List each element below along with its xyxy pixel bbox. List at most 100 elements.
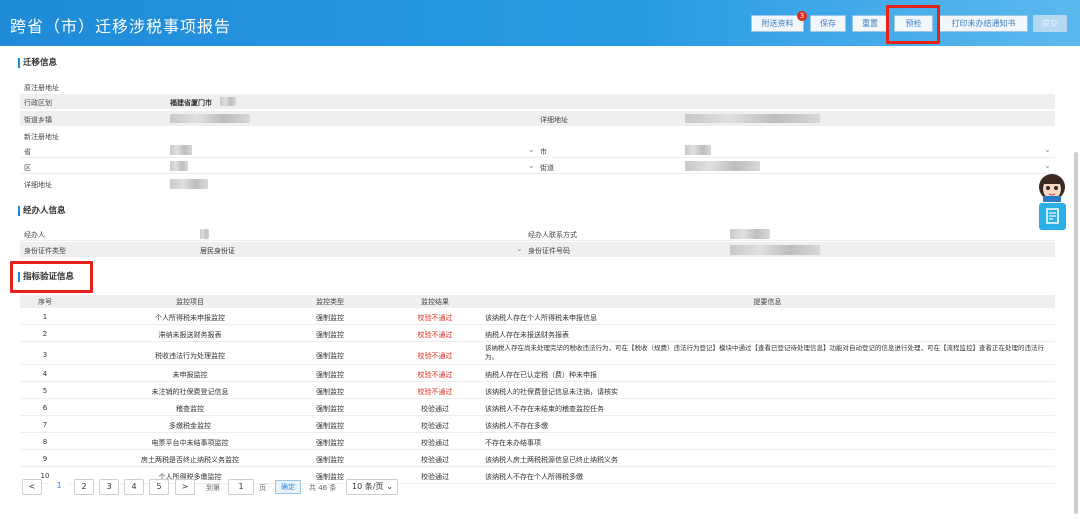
original-address-label: 原注册地址 <box>24 84 59 92</box>
chevron-down-icon[interactable]: ⌄ <box>528 161 535 170</box>
agent-redacted[interactable] <box>200 229 209 239</box>
agent-section-title: 经办人信息 <box>18 206 66 216</box>
pager-page-2[interactable]: 2 <box>74 479 94 495</box>
cell-type: 强制监控 <box>316 331 344 339</box>
col-item: 监控项目 <box>176 298 204 306</box>
cell-type: 强制监控 <box>316 352 344 360</box>
cell-type: 强制监控 <box>316 456 344 464</box>
reset-button[interactable]: 重置 <box>852 15 888 32</box>
col-no: 序号 <box>38 298 52 306</box>
cell-no: 8 <box>42 438 48 446</box>
table-row: 9 房土两税是否终止纳税义务监控 强制监控 校验通过 该纳税人房土两税税源信息已终止纳税… <box>20 451 1055 467</box>
cell-info: 该纳税人的社保费登记信息未注销，请核实 <box>485 388 618 396</box>
pager-next[interactable]: > <box>175 479 195 495</box>
agent-label: 经办人 <box>24 231 45 239</box>
contact-redacted[interactable] <box>730 229 770 239</box>
cell-item: 稽查监控 <box>176 405 204 413</box>
contact-label: 经办人联系方式 <box>528 231 577 239</box>
cell-result: 校验不通过 <box>417 388 453 396</box>
cell-item: 未注销的社保费登记信息 <box>151 388 229 396</box>
cell-type: 强制监控 <box>316 314 344 322</box>
cell-item: 未申报监控 <box>172 371 208 379</box>
pager-page-4[interactable]: 4 <box>124 479 144 495</box>
table-row: 4 未申报监控 强制监控 校验不通过 纳税人存在已认定税（费）种未申报 <box>20 366 1055 382</box>
table-row: 1 个人所得税未申报监控 强制监控 校验不通过 该纳税人存在个人所得税未申报信息 <box>20 309 1055 325</box>
page-size-select[interactable]: 10 条/页 ⌄ <box>346 479 398 495</box>
cell-info: 该纳税人不存在个人所得税多缴 <box>485 473 583 481</box>
cell-type: 强制监控 <box>316 422 344 430</box>
chevron-down-icon[interactable]: ⌄ <box>528 145 535 154</box>
admin-region-label: 行政区划 <box>24 99 52 107</box>
vertical-scrollbar[interactable] <box>1074 152 1078 514</box>
id-row: 身份证件类型 居民身份证 ⌄ 身份证件号码 <box>20 242 1055 257</box>
cell-info: 纳税人存在未报送财务报表 <box>485 331 569 339</box>
table-row: 2 滞纳未报送财务报表 强制监控 校验不通过 纳税人存在未报送财务报表 <box>20 326 1055 342</box>
admin-region-value: 福建省厦门市 <box>170 99 212 107</box>
chevron-down-icon[interactable]: ⌄ <box>1044 145 1051 154</box>
save-button[interactable]: 保存 <box>810 15 846 32</box>
col-info: 提要信息 <box>753 298 782 306</box>
table-row: 5 未注销的社保费登记信息 强制监控 校验不通过 该纳税人的社保费登记信息未注销，请核实 <box>20 383 1055 399</box>
print-notice-button[interactable]: 打印未办结通知书 <box>939 15 1028 32</box>
province-city-row: 省 ⌄ 市 ⌄ <box>20 143 1055 158</box>
id-number-label: 身份证件号码 <box>528 247 570 255</box>
cell-no: 9 <box>42 455 48 463</box>
pager-page-1[interactable]: 1 <box>49 479 69 495</box>
new-address-label: 新注册地址 <box>24 133 59 141</box>
pager-prev[interactable]: < <box>22 479 42 495</box>
cell-result: 校验通过 <box>421 405 449 413</box>
cell-type: 强制监控 <box>316 388 344 396</box>
document-icon[interactable] <box>1039 203 1066 230</box>
cell-result: 校验不通过 <box>417 314 453 322</box>
detail-address-label: 详细地址 <box>540 116 568 124</box>
id-type-select[interactable]: 居民身份证 <box>200 246 235 256</box>
table-row: 6 稽查监控 强制监控 校验通过 该纳税人不存在未结束的稽查监控任务 <box>20 400 1055 416</box>
cell-info: 该纳税人不存在多缴 <box>485 422 548 430</box>
attachments-button[interactable]: 附送资料 3 <box>751 11 807 32</box>
indicator-highlight <box>10 261 93 293</box>
assistant-avatar-icon[interactable] <box>1035 170 1069 202</box>
cell-info: 不存在未办结事项 <box>485 439 541 447</box>
pager-confirm-button[interactable]: 确定 <box>275 480 301 494</box>
district-label: 区 <box>24 164 31 172</box>
cell-type: 强制监控 <box>316 371 344 379</box>
cell-no: 5 <box>42 387 48 395</box>
street2-select[interactable] <box>685 161 760 171</box>
agent-row: 经办人 经办人联系方式 <box>20 227 1055 241</box>
col-result: 监控结果 <box>421 298 449 306</box>
detail-address2-input[interactable] <box>170 179 208 189</box>
page-title: 跨省（市）迁移涉税事项报告 <box>10 17 232 36</box>
table-row: 3 税收违法行为处理监控 强制监控 校验不通过 该纳税人存在尚未处理完毕的税收违法行为，… <box>20 343 1055 365</box>
detail-address-redacted <box>685 114 820 123</box>
cell-result: 校验通过 <box>421 456 449 464</box>
cell-info: 纳税人存在已认定税（费）种未申报 <box>485 371 597 379</box>
pager-page-5[interactable]: 5 <box>149 479 169 495</box>
chevron-down-icon[interactable]: ⌄ <box>516 244 523 253</box>
pager-page-3[interactable]: 3 <box>99 479 119 495</box>
chevron-down-icon[interactable]: ⌄ <box>1044 161 1051 170</box>
detail-address2-row: 详细地址 <box>20 176 1055 191</box>
city-label: 市 <box>540 148 547 156</box>
cell-no: 3 <box>42 351 48 359</box>
district-street-row: 区 ⌄ 街道 ⌄ <box>20 159 1055 174</box>
pager-goto-input[interactable]: 1 <box>228 479 254 495</box>
cell-result: 校验通过 <box>421 439 449 447</box>
cell-result: 校验不通过 <box>417 352 453 360</box>
cell-result: 校验通过 <box>421 422 449 430</box>
chevron-down-icon: ⌄ <box>386 482 393 491</box>
submit-button[interactable]: 提交 <box>1033 15 1067 32</box>
detail-address2-label: 详细地址 <box>24 181 52 189</box>
cell-result: 校验通过 <box>421 473 449 481</box>
district-select[interactable] <box>170 161 188 171</box>
province-select[interactable] <box>170 145 192 155</box>
city-select[interactable] <box>685 145 711 155</box>
attachments-label: 附送资料 <box>761 19 794 28</box>
cell-item: 滞纳未报送财务报表 <box>158 331 222 339</box>
cell-info: 该纳税人不存在未结束的稽查监控任务 <box>485 405 604 413</box>
pager-page-unit: 页 <box>259 484 266 492</box>
id-number-redacted[interactable] <box>730 245 820 255</box>
migration-section-title: 迁移信息 <box>18 58 57 68</box>
cell-item: 电票平台中未结事项监控 <box>151 439 229 447</box>
precheck-highlight <box>886 5 940 44</box>
province-label: 省 <box>24 148 31 156</box>
